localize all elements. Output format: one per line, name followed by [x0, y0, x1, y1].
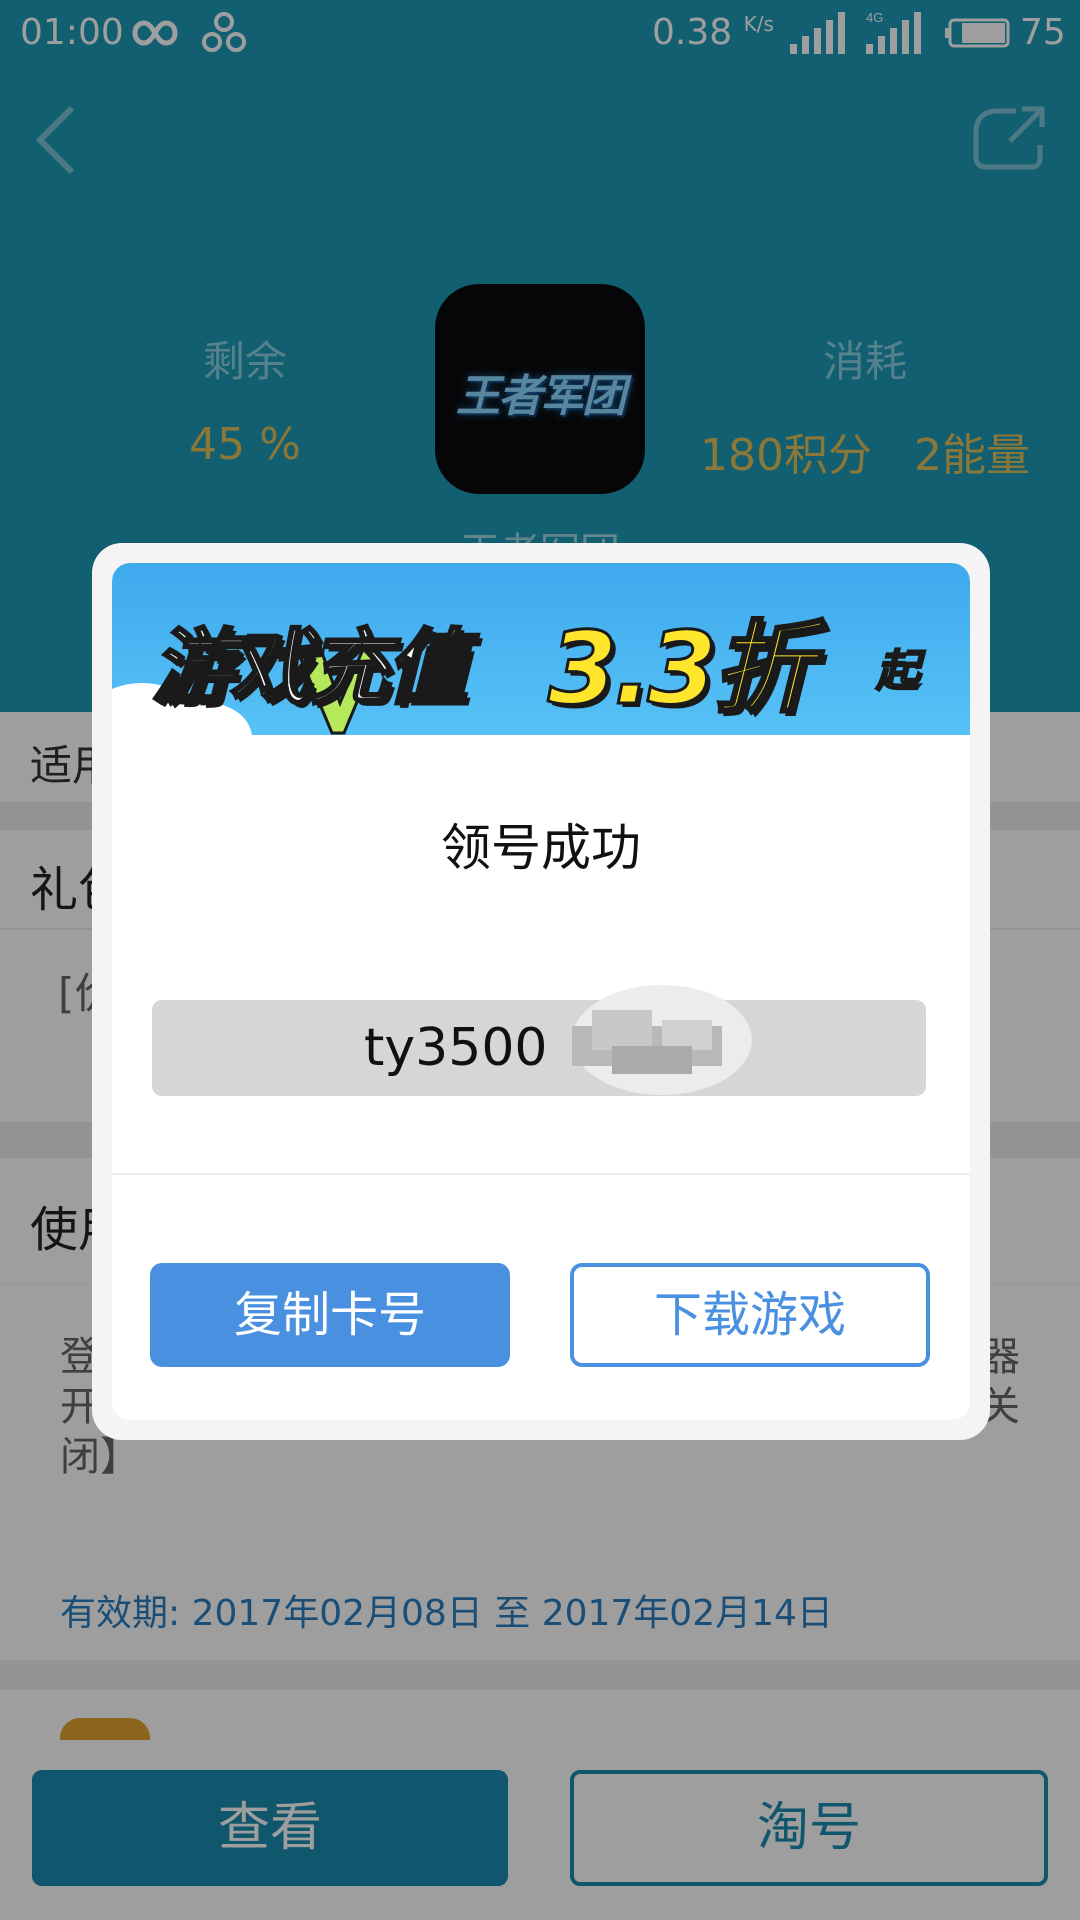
copy-code-button[interactable]: 复制卡号	[150, 1263, 510, 1367]
success-dialog: 游戏充值 3.3折 起 领号成功 ty3500 复制卡号 下载游戏	[92, 543, 990, 1440]
dialog-body: 游戏充值 3.3折 起 领号成功 ty3500 复制卡号 下载游戏	[112, 563, 970, 1420]
download-game-button[interactable]: 下载游戏	[570, 1263, 930, 1367]
banner-text: 游戏充值	[151, 620, 470, 718]
card-code-text: ty3500	[364, 1018, 548, 1078]
card-code-box[interactable]: ty3500	[152, 985, 926, 1096]
promo-banner[interactable]: 游戏充值 3.3折 起	[112, 563, 970, 735]
banner-suffix: 起	[875, 645, 921, 698]
banner-discount: 3.3折	[546, 609, 814, 729]
dialog-title: 领号成功	[441, 819, 641, 877]
dialog-divider	[112, 1173, 970, 1175]
redaction-blur	[572, 985, 752, 1095]
